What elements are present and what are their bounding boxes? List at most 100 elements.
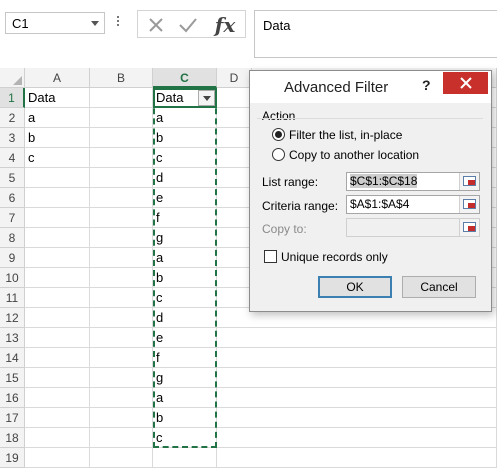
cell-c4[interactable]: c xyxy=(153,148,217,168)
row-header-15[interactable]: 15 xyxy=(0,368,25,388)
cell-a15[interactable] xyxy=(25,368,90,388)
filter-in-place-radio[interactable] xyxy=(272,128,285,141)
row-header-18[interactable]: 18 xyxy=(0,428,25,448)
row-header-17[interactable]: 17 xyxy=(0,408,25,428)
cell-b13[interactable] xyxy=(90,328,153,348)
cell-a7[interactable] xyxy=(25,208,90,228)
unique-records-label[interactable]: Unique records only xyxy=(281,250,388,264)
list-range-input[interactable]: $C$1:$C$18 xyxy=(346,172,480,191)
row-header-19[interactable]: 19 xyxy=(0,448,25,468)
cell-b14[interactable] xyxy=(90,348,153,368)
row-header-14[interactable]: 14 xyxy=(0,348,25,368)
cell-a10[interactable] xyxy=(25,268,90,288)
cell-a8[interactable] xyxy=(25,228,90,248)
formula-input[interactable]: Data xyxy=(254,10,497,58)
cell-a11[interactable] xyxy=(25,288,90,308)
cell-c8[interactable]: g xyxy=(153,228,217,248)
filter-in-place-label[interactable]: Filter the list, in-place xyxy=(289,128,402,142)
cell-c14[interactable]: f xyxy=(153,348,217,368)
cell-c18[interactable]: c xyxy=(153,428,217,448)
column-header-a[interactable]: A xyxy=(25,68,90,88)
cell-a13[interactable] xyxy=(25,328,90,348)
cell-c5[interactable]: d xyxy=(153,168,217,188)
row-header-16[interactable]: 16 xyxy=(0,388,25,408)
cell-a12[interactable] xyxy=(25,308,90,328)
cell-d16[interactable] xyxy=(217,388,497,408)
row-header-2[interactable]: 2 xyxy=(0,108,25,128)
criteria-range-input[interactable]: $A$1:$A$4 xyxy=(346,195,480,214)
cell-b11[interactable] xyxy=(90,288,153,308)
cell-b19[interactable] xyxy=(90,448,153,468)
row-header-6[interactable]: 6 xyxy=(0,188,25,208)
cell-a9[interactable] xyxy=(25,248,90,268)
close-button[interactable] xyxy=(443,72,488,94)
formula-bar-grip-icon[interactable] xyxy=(116,14,120,32)
cell-d15[interactable] xyxy=(217,368,497,388)
cell-a3[interactable]: b xyxy=(25,128,90,148)
filter-dropdown-icon[interactable] xyxy=(198,90,215,106)
cell-c9[interactable]: a xyxy=(153,248,217,268)
cell-c15[interactable]: g xyxy=(153,368,217,388)
cell-c13[interactable]: e xyxy=(153,328,217,348)
cell-d19[interactable] xyxy=(217,448,497,468)
help-button[interactable]: ? xyxy=(422,77,431,93)
cell-b16[interactable] xyxy=(90,388,153,408)
cell-a19[interactable] xyxy=(25,448,90,468)
select-all-corner[interactable] xyxy=(0,68,25,88)
cell-b3[interactable] xyxy=(90,128,153,148)
row-header-1[interactable]: 1 xyxy=(0,88,25,108)
row-header-13[interactable]: 13 xyxy=(0,328,25,348)
cell-d14[interactable] xyxy=(217,348,497,368)
cell-b5[interactable] xyxy=(90,168,153,188)
cell-c12[interactable]: d xyxy=(153,308,217,328)
cell-a17[interactable] xyxy=(25,408,90,428)
cell-c10[interactable]: b xyxy=(153,268,217,288)
cell-d17[interactable] xyxy=(217,408,497,428)
row-header-7[interactable]: 7 xyxy=(0,208,25,228)
cancel-button[interactable]: Cancel xyxy=(402,276,476,298)
row-header-11[interactable]: 11 xyxy=(0,288,25,308)
cell-b8[interactable] xyxy=(90,228,153,248)
insert-function-icon[interactable]: fx xyxy=(210,13,240,37)
cell-a6[interactable] xyxy=(25,188,90,208)
row-header-5[interactable]: 5 xyxy=(0,168,25,188)
collapse-dialog-icon[interactable] xyxy=(459,173,479,190)
cell-a5[interactable] xyxy=(25,168,90,188)
row-header-9[interactable]: 9 xyxy=(0,248,25,268)
cancel-entry-icon[interactable] xyxy=(141,13,171,37)
cell-b15[interactable] xyxy=(90,368,153,388)
cell-c3[interactable]: b xyxy=(153,128,217,148)
cell-a18[interactable] xyxy=(25,428,90,448)
cell-b17[interactable] xyxy=(90,408,153,428)
cell-b7[interactable] xyxy=(90,208,153,228)
column-header-c[interactable]: C xyxy=(153,68,217,88)
row-header-3[interactable]: 3 xyxy=(0,128,25,148)
cell-a4[interactable]: c xyxy=(25,148,90,168)
confirm-entry-icon[interactable] xyxy=(173,13,203,37)
row-header-4[interactable]: 4 xyxy=(0,148,25,168)
name-box-dropdown-icon[interactable] xyxy=(91,21,99,26)
cell-b12[interactable] xyxy=(90,308,153,328)
cell-c16[interactable]: a xyxy=(153,388,217,408)
cell-b6[interactable] xyxy=(90,188,153,208)
row-header-8[interactable]: 8 xyxy=(0,228,25,248)
column-header-d[interactable]: D xyxy=(217,68,252,88)
cell-c17[interactable]: b xyxy=(153,408,217,428)
copy-to-location-radio[interactable] xyxy=(272,148,285,161)
ok-button[interactable]: OK xyxy=(318,276,392,298)
cell-c6[interactable]: e xyxy=(153,188,217,208)
cell-a14[interactable] xyxy=(25,348,90,368)
cell-b10[interactable] xyxy=(90,268,153,288)
cell-c19[interactable] xyxy=(153,448,217,468)
copy-to-location-label[interactable]: Copy to another location xyxy=(289,148,419,162)
cell-d13[interactable] xyxy=(217,328,497,348)
row-header-10[interactable]: 10 xyxy=(0,268,25,288)
cell-a16[interactable] xyxy=(25,388,90,408)
cell-a2[interactable]: a xyxy=(25,108,90,128)
row-header-12[interactable]: 12 xyxy=(0,308,25,328)
cell-b1[interactable] xyxy=(90,88,153,108)
cell-b2[interactable] xyxy=(90,108,153,128)
column-header-b[interactable]: B xyxy=(90,68,153,88)
cell-c7[interactable]: f xyxy=(153,208,217,228)
cell-b9[interactable] xyxy=(90,248,153,268)
